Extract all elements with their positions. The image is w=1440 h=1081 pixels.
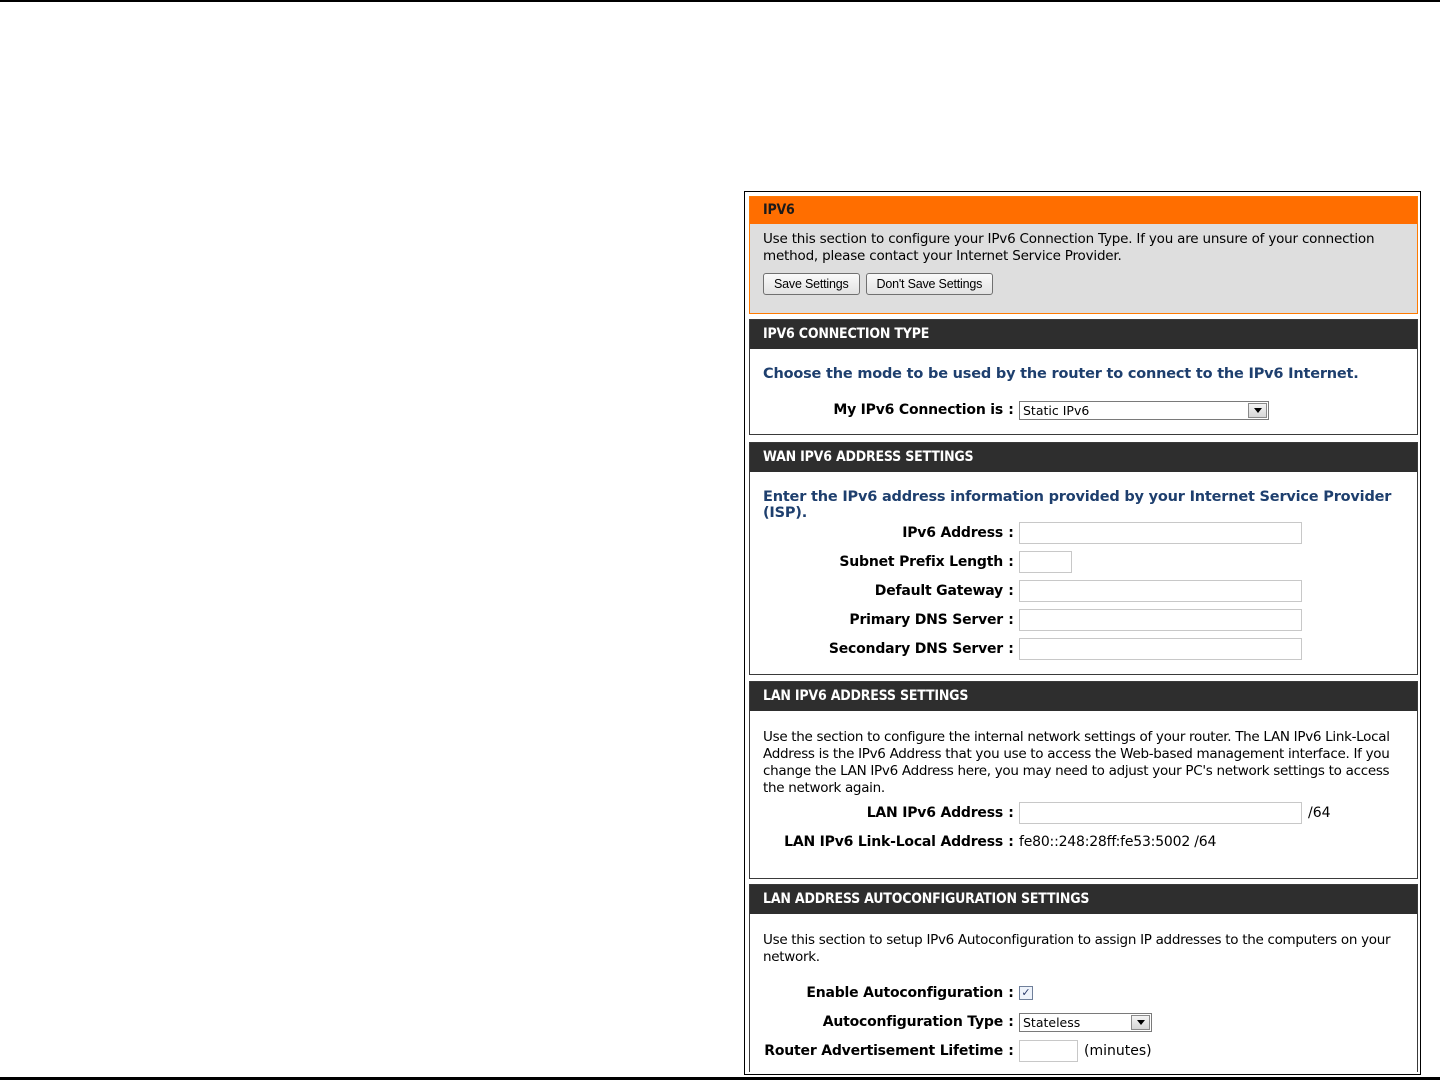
autoconfig-type-label: Autoconfiguration Type (822, 1014, 1004, 1030)
primary-dns-input[interactable] (1019, 609, 1302, 631)
ra-lifetime-input[interactable] (1019, 1040, 1078, 1062)
colon: : (1008, 805, 1014, 821)
colon: : (1008, 402, 1014, 418)
colon: : (1008, 641, 1014, 657)
colon: : (1008, 583, 1014, 599)
connection-type-select[interactable]: Static IPv6 (1019, 400, 1269, 420)
dropdown-arrow-icon[interactable] (1248, 402, 1267, 418)
autoconfig-description: Use this section to setup IPv6 Autoconfi… (763, 932, 1391, 965)
ra-lifetime-label: Router Advertisement Lifetime (764, 1043, 1003, 1059)
autoconfig-type-selected-value: Stateless (1023, 1014, 1081, 1030)
section-title-wan: WAN IPV6 ADDRESS SETTINGS (750, 443, 1417, 472)
enable-autoconfig-label: Enable Autoconfiguration (806, 985, 1003, 1001)
save-settings-button[interactable]: Save Settings (763, 273, 860, 295)
wan-ipv6-section: WAN IPV6 ADDRESS SETTINGS Enter the IPv6… (749, 442, 1418, 675)
connection-type-label: My IPv6 Connection is (833, 402, 1003, 418)
secondary-dns-label: Secondary DNS Server (828, 641, 1003, 657)
lan-ipv6-section: LAN IPV6 ADDRESS SETTINGS Use the sectio… (749, 681, 1418, 879)
lan-ipv6-address-input[interactable] (1019, 802, 1302, 824)
primary-dns-label: Primary DNS Server (849, 612, 1003, 628)
autoconfig-type-select[interactable]: Stateless (1019, 1012, 1152, 1032)
autoconfig-section: LAN ADDRESS AUTOCONFIGURATION SETTINGS U… (749, 884, 1418, 1072)
ipv6-address-input[interactable] (1019, 522, 1302, 544)
default-gateway-input[interactable] (1019, 580, 1302, 602)
subnet-prefix-label: Subnet Prefix Length (839, 554, 1003, 570)
link-local-label: LAN IPv6 Link-Local Address (784, 834, 1003, 850)
colon: : (1008, 1043, 1014, 1059)
section-title-connection-type: IPV6 CONNECTION TYPE (750, 320, 1417, 349)
prefix-suffix: /64 (1308, 805, 1331, 821)
subnet-prefix-input[interactable] (1019, 551, 1072, 573)
section-title-ipv6: IPV6 (750, 197, 1417, 224)
connection-type-selected-value: Static IPv6 (1023, 402, 1090, 418)
ipv6-intro-section: IPV6 Use this section to configure your … (749, 196, 1418, 314)
top-rule (0, 0, 1440, 2)
colon: : (1008, 554, 1014, 570)
secondary-dns-input[interactable] (1019, 638, 1302, 660)
ipv6-address-label: IPv6 Address (902, 525, 1003, 541)
bottom-rule (0, 1077, 1440, 1080)
enable-autoconfig-checkbox[interactable]: ✓ (1019, 986, 1033, 1000)
colon: : (1008, 525, 1014, 541)
intro-description: Use this section to configure your IPv6 … (763, 231, 1375, 264)
default-gateway-label: Default Gateway (874, 583, 1003, 599)
lan-description: Use the section to configure the interna… (763, 729, 1390, 796)
section-title-autoconfig: LAN ADDRESS AUTOCONFIGURATION SETTINGS (750, 885, 1417, 914)
lan-ipv6-address-label: LAN IPv6 Address (866, 805, 1004, 821)
link-local-value: fe80::248:28ff:fe53:5002 /64 (1019, 834, 1217, 850)
wan-note: Enter the IPv6 address information provi… (763, 489, 1392, 521)
connection-type-note: Choose the mode to be used by the router… (763, 366, 1359, 382)
dont-save-settings-button[interactable]: Don't Save Settings (865, 273, 994, 295)
colon: : (1008, 1014, 1014, 1030)
colon: : (1008, 985, 1014, 1001)
dropdown-arrow-icon[interactable] (1131, 1014, 1150, 1030)
section-title-lan: LAN IPV6 ADDRESS SETTINGS (750, 682, 1417, 711)
connection-type-section: IPV6 CONNECTION TYPE Choose the mode to … (749, 319, 1418, 435)
colon: : (1008, 612, 1014, 628)
ipv6-settings-panel: IPV6 Use this section to configure your … (744, 191, 1421, 1075)
minutes-suffix: (minutes) (1084, 1043, 1152, 1059)
colon: : (1008, 834, 1014, 850)
